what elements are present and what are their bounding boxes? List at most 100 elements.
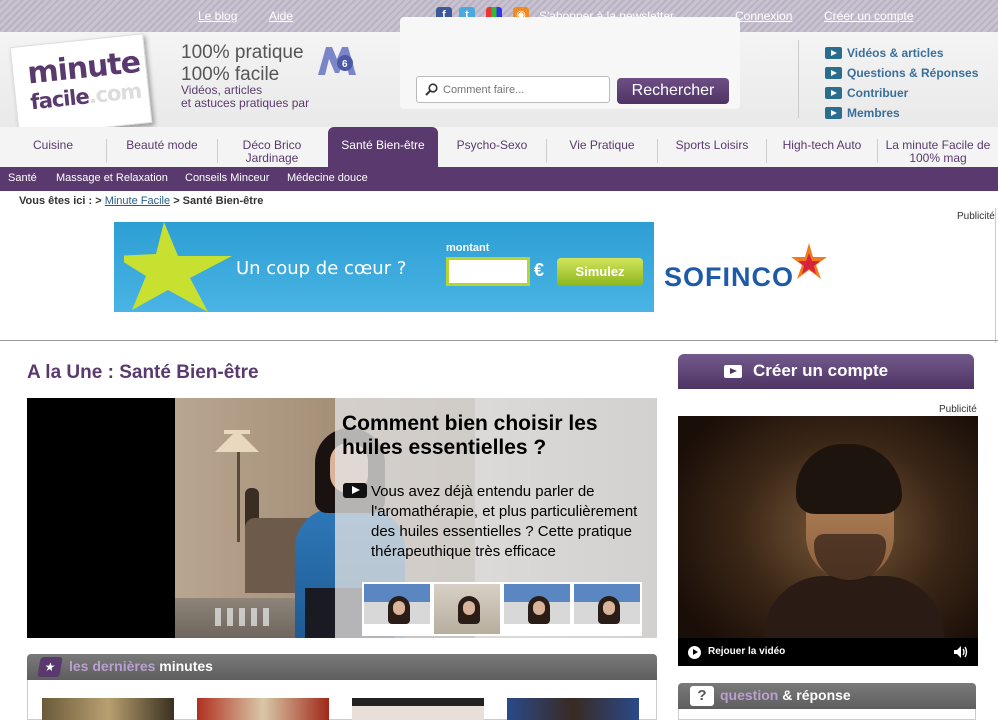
tagline-1: 100% pratique [181,42,304,63]
video-icon [825,67,842,79]
search-input[interactable] [416,76,610,103]
ad-label: Publicité [939,404,977,415]
sub-nav: Santé Massage et Relaxation Conseils Min… [0,167,998,191]
thumbnail-bar [574,624,640,634]
thumbnail-bar [504,624,570,634]
ad-simulez-button[interactable]: Simulez [557,258,643,286]
logo-word: facile [29,84,90,115]
ad-border [995,208,996,343]
lamp [237,452,240,542]
questions-reponses-link[interactable]: Questions & Réponses [847,66,978,80]
blog-link[interactable]: Le blog [198,9,237,23]
video-thumbnail[interactable] [572,582,642,636]
latest-thumbnail[interactable] [42,698,174,720]
main-nav: Cuisine Beauté mode Déco Brico Jardinage… [0,127,998,167]
tagline-4: et astuces pratiques par [181,96,310,110]
latest-thumbnail[interactable] [197,698,329,720]
breadcrumb-current: > Santé Bien-être [173,195,264,207]
create-account-label: Créer un compte [753,361,889,380]
help-link[interactable]: Aide [269,9,293,23]
subnav-minceur[interactable]: Conseils Minceur [185,172,269,184]
tab-cuisine[interactable]: Cuisine [0,127,106,167]
search-button[interactable]: Rechercher [617,78,729,104]
videos-articles-link[interactable]: Vidéos & articles [847,46,944,60]
tab-high-tech-auto[interactable]: High-tech Auto [767,127,877,167]
bottles [215,608,275,626]
featured-video[interactable]: Comment bien choisir les huiles essentie… [27,398,657,638]
tab-beaute-mode[interactable]: Beauté mode [107,127,217,167]
question-reponse-title: question & réponse [720,687,851,703]
latest-minutes-suffix: minutes [159,658,213,674]
qr-amp: & [782,687,793,703]
video-icon [825,107,842,119]
subnav-sante[interactable]: Santé [8,172,37,184]
ad-banner[interactable]: Un coup de cœur ? montant € Simulez [114,222,654,312]
tab-sports-loisirs[interactable]: Sports Loisirs [658,127,766,167]
create-account-button[interactable]: Créer un compte [678,354,974,389]
tab-deco-brico[interactable]: Déco Brico Jardinage [218,127,326,167]
breadcrumb: Vous êtes ici : > Minute Facile > Santé … [19,195,263,207]
question-reponse-header: ? question & réponse [678,683,976,709]
ad-amount-input[interactable] [446,257,530,286]
contribuer-link[interactable]: Contribuer [847,86,908,100]
login-link[interactable]: Connexion [735,9,792,23]
latest-thumbnail[interactable] [507,698,639,720]
thumbnail-person [603,601,615,615]
video-icon [724,365,742,378]
qr-prefix: question [720,687,779,703]
volume-icon[interactable] [954,646,968,658]
latest-minutes-title: les dernières minutes [69,658,213,674]
thumbnail-person [533,601,545,615]
sofinco-star-icon [791,243,827,279]
ad-label: Publicité [957,211,995,222]
svg-text:6: 6 [342,59,348,70]
video-thumbnail[interactable] [432,582,502,636]
video-icon [825,47,842,59]
qr-suffix: réponse [796,687,851,703]
featured-title[interactable]: Comment bien choisir les huiles essentie… [342,412,647,460]
ad-euro-sign: € [534,260,545,280]
video-thumbnail[interactable] [362,582,432,636]
actor [796,444,902,514]
actor [814,534,886,582]
thumbnail-person [393,601,405,615]
video-controls: Rejouer la vidéo [678,638,978,666]
site-logo[interactable]: minute facile.com [9,33,153,137]
breadcrumb-prefix: Vous êtes ici : > [19,195,102,207]
star-icon [124,222,232,312]
ad-amount-label: montant [446,242,490,254]
breadcrumb-home-link[interactable]: Minute Facile [105,195,170,207]
tab-100-mag[interactable]: La minute Facile de 100% mag [878,127,998,167]
question-reponse-panel [678,709,976,720]
subnav-medecine-douce[interactable]: Médecine douce [287,172,368,184]
header-divider [798,40,799,118]
tab-sante-bien-etre[interactable]: Santé Bien-être [328,127,438,167]
featured-description: Vous avez déjà entendu parler de l'aroma… [371,483,638,560]
tab-psycho-sexo[interactable]: Psycho-Sexo [438,127,546,167]
video-icon [825,87,842,99]
latest-minutes-prefix: les dernières [69,658,156,674]
create-account-link[interactable]: Créer un compte [824,9,913,23]
logo-suffix: .com [87,78,143,109]
search-icon [425,83,438,96]
sofinco-logo[interactable]: SOFINCO [664,262,794,293]
section-separator [0,340,998,341]
ad-headline: Un coup de cœur ? [236,258,407,279]
replay-label[interactable]: Rejouer la vidéo [708,646,785,657]
lamp [215,430,259,452]
tab-vie-pratique[interactable]: Vie Pratique [547,127,657,167]
video-thumbnail[interactable] [502,582,572,636]
thumbnail-bar [364,624,430,634]
membres-link[interactable]: Membres [847,106,900,120]
replay-icon[interactable] [688,646,701,659]
play-icon[interactable] [343,483,367,498]
video-ad-player[interactable]: Rejouer la vidéo [678,416,978,666]
m6-logo[interactable]: 6 [318,45,356,75]
question-icon: ? [690,686,714,706]
latest-minutes-header: ★ les dernières minutes [27,654,657,680]
star-icon: ★ [37,657,63,677]
subnav-massage[interactable]: Massage et Relaxation [56,172,168,184]
section-title: A la Une : Santé Bien-être [27,362,259,383]
latest-thumbnail[interactable] [352,698,484,720]
thumbnail-person [463,601,475,615]
